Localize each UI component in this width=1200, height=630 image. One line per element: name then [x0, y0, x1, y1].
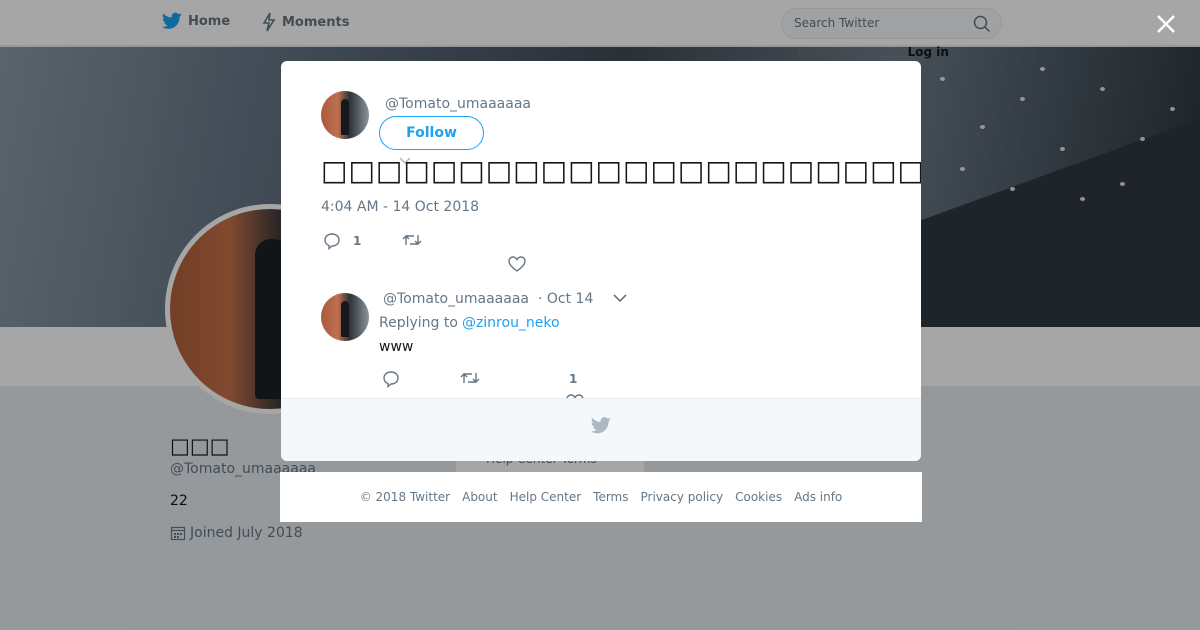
- retweet-icon: [460, 373, 480, 383]
- retweet-button[interactable]: [402, 232, 428, 248]
- reply-like-count-wrap: 1: [569, 372, 577, 386]
- reply-author-handle[interactable]: @Tomato_umaaaaaa: [383, 291, 529, 307]
- twitter-bird-icon: [591, 417, 611, 434]
- footer-link-terms[interactable]: Terms: [593, 490, 628, 504]
- chevron-down-icon[interactable]: [612, 293, 628, 303]
- reply-author-avatar[interactable]: [321, 293, 369, 341]
- reply-count: 1: [353, 234, 362, 248]
- like-button[interactable]: [508, 256, 532, 272]
- reply-text: www: [379, 339, 414, 355]
- footer-links: © 2018 Twitter About Help Center Terms P…: [280, 472, 922, 522]
- replying-to: Replying to @zinrou_neko: [379, 315, 560, 331]
- reply-timestamp[interactable]: · Oct 14: [538, 291, 593, 307]
- author-avatar[interactable]: [321, 91, 369, 139]
- reply-icon: [383, 371, 399, 388]
- footer-link-ads-info[interactable]: Ads info: [794, 490, 842, 504]
- reply-button[interactable]: 1: [323, 232, 361, 250]
- follow-button[interactable]: Follow: [379, 116, 484, 150]
- footer-link-privacy[interactable]: Privacy policy: [641, 490, 724, 504]
- reply-reply-button[interactable]: [382, 370, 406, 388]
- heart-icon: [508, 256, 526, 272]
- mention-link[interactable]: @zinrou_neko: [462, 315, 560, 331]
- reply-icon: [324, 233, 340, 250]
- tweet-permalink-modal: @Tomato_umaaaaaa Follow □□□□□□□□□□□□□□□□…: [281, 61, 921, 461]
- footer-copyright: © 2018 Twitter: [359, 490, 451, 504]
- retweet-icon: [402, 235, 422, 245]
- tweet-text: □□□□□□□□□□□□□□□□□□□□□□□□□□: [321, 154, 921, 187]
- reply-retweet-button[interactable]: [460, 370, 486, 386]
- footer-link-cookies[interactable]: Cookies: [735, 490, 782, 504]
- modal-footer: [281, 398, 921, 461]
- reply-like-count: 1: [569, 372, 578, 386]
- footer-link-about[interactable]: About: [462, 490, 497, 504]
- tweet-timestamp[interactable]: 4:04 AM - 14 Oct 2018: [321, 199, 479, 215]
- replying-prefix: Replying to: [379, 315, 458, 331]
- footer-link-help-center[interactable]: Help Center: [510, 490, 582, 504]
- close-icon[interactable]: [1152, 10, 1180, 38]
- author-handle[interactable]: @Tomato_umaaaaaa: [385, 96, 531, 112]
